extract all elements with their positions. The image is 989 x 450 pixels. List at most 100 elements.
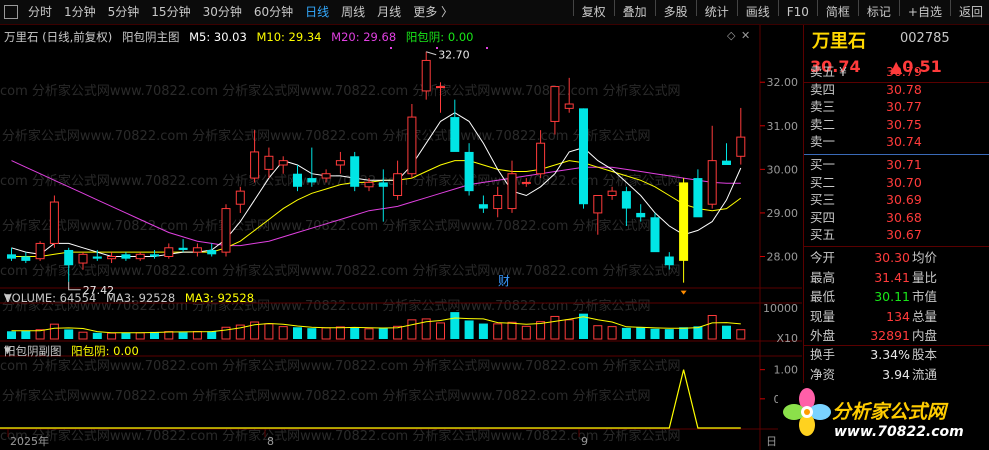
sub-indicator-name[interactable]: 阳包阴副图 [4, 344, 62, 358]
candle[interactable] [621, 186, 631, 226]
candle[interactable] [736, 107, 746, 165]
candle[interactable] [307, 147, 317, 187]
period-tab-8[interactable]: 月线 [371, 0, 407, 24]
stat-value: 32891 [870, 328, 910, 343]
candle[interactable] [49, 195, 59, 248]
candle[interactable] [507, 160, 517, 213]
candle[interactable] [407, 104, 417, 179]
candle[interactable] [350, 151, 360, 192]
finance-report-marker[interactable]: 财 [498, 274, 510, 288]
candle[interactable] [164, 243, 174, 259]
candle[interactable] [636, 204, 646, 222]
tool-button-4[interactable]: 画线 [740, 0, 776, 24]
volume-bar [135, 332, 145, 340]
tool-button-6[interactable]: 简框 [820, 0, 856, 24]
tool-button-8[interactable]: +自选 [902, 0, 948, 24]
diamond-icon[interactable]: ◇ [727, 29, 736, 42]
indicator-name[interactable]: 阳包阴主图 [122, 30, 180, 44]
period-tab-0[interactable]: 分时 [22, 0, 58, 24]
sell-level-5[interactable]: 卖五 ¥ 30.79 [804, 63, 989, 81]
order-level-price: 30.75 [886, 116, 922, 132]
candle[interactable] [150, 249, 159, 259]
candle[interactable] [722, 143, 731, 165]
candle[interactable] [536, 130, 546, 179]
candle[interactable] [607, 186, 617, 200]
period-toolbar: 分时 1分钟 5分钟 15分钟 30分钟 60分钟 日线 周线 月线 更多 〉 复权 叠加 多股 统计画… [0, 0, 989, 25]
candle[interactable] [78, 252, 88, 270]
candle[interactable] [378, 169, 388, 222]
period-tab-3[interactable]: 15分钟 [145, 0, 196, 24]
volume-bar [107, 332, 117, 340]
tool-button-5[interactable]: F10 [781, 0, 815, 24]
candle[interactable] [521, 178, 531, 187]
buy-level-3[interactable]: 买三 30.69 [804, 191, 989, 209]
period-tab-5[interactable]: 60分钟 [248, 0, 299, 24]
candle[interactable] [579, 108, 588, 209]
candle[interactable] [464, 143, 474, 196]
candle[interactable] [707, 125, 717, 209]
candle[interactable] [21, 252, 31, 264]
tool-button-2[interactable]: 多股 [658, 0, 694, 24]
candle[interactable] [436, 82, 445, 113]
period-tab-9[interactable]: 更多 〉 [407, 0, 459, 24]
candle[interactable] [693, 169, 703, 218]
candle[interactable] [35, 241, 45, 261]
period-tab-7[interactable]: 周线 [335, 0, 371, 24]
period-tab-2[interactable]: 5分钟 [102, 0, 146, 24]
tool-button-3[interactable]: 统计 [699, 0, 735, 24]
candle[interactable] [593, 195, 603, 235]
buy-level-2[interactable]: 买二 30.70 [804, 174, 989, 192]
stat-label: 换手 [810, 347, 836, 362]
kline-chart[interactable]: 32.0031.0030.0029.0028.0010000X101.000.5… [0, 25, 802, 450]
candle[interactable] [650, 212, 660, 253]
period-tab-6[interactable]: 日线 [299, 0, 335, 24]
candle[interactable] [107, 252, 117, 264]
candle[interactable] [221, 204, 231, 257]
orderbook-divider [804, 154, 989, 155]
candle[interactable] [250, 130, 260, 183]
candle[interactable] [207, 243, 217, 257]
tool-button-7[interactable]: 标记 [861, 0, 897, 24]
candle[interactable] [7, 247, 16, 261]
candle[interactable] [321, 169, 331, 183]
candle[interactable] [278, 156, 288, 174]
ma20-line [11, 160, 741, 247]
toolbar-divider [613, 0, 615, 16]
candle[interactable] [679, 178, 689, 283]
candle[interactable] [664, 252, 674, 270]
candle[interactable] [550, 86, 560, 135]
candle[interactable] [564, 77, 574, 113]
candle[interactable] [178, 239, 188, 253]
flower-icon [783, 388, 831, 436]
candle[interactable] [293, 165, 302, 192]
tool-button-1[interactable]: 叠加 [617, 0, 653, 24]
sell-level-1[interactable]: 卖一 30.74 [804, 133, 989, 151]
candle[interactable] [235, 186, 245, 213]
buy-level-5[interactable]: 买五 30.67 [804, 226, 989, 244]
candle[interactable] [335, 151, 345, 174]
sell-level-2[interactable]: 卖二 30.75 [804, 116, 989, 134]
buy-level-1[interactable]: 买一 30.71 [804, 156, 989, 174]
candle[interactable] [135, 252, 145, 261]
sell-level-3[interactable]: 卖三 30.77 [804, 98, 989, 116]
order-level-label: 买四 [810, 209, 836, 225]
candle[interactable] [478, 195, 488, 213]
candle[interactable] [493, 186, 503, 218]
candle[interactable] [192, 243, 202, 257]
candle[interactable] [421, 51, 431, 100]
period-tab-4[interactable]: 30分钟 [197, 0, 248, 24]
square-icon[interactable] [4, 5, 18, 19]
candle[interactable] [64, 247, 74, 282]
candle[interactable] [393, 160, 403, 200]
tool-button-0[interactable]: 复权 [576, 0, 612, 24]
buy-level-4[interactable]: 买四 30.68 [804, 209, 989, 227]
tool-button-9[interactable]: 返回 [953, 0, 989, 24]
candle[interactable] [264, 147, 274, 179]
sell-level-4[interactable]: 卖四 30.78 [804, 81, 989, 99]
volume-bar [636, 327, 646, 339]
candle[interactable] [121, 252, 131, 261]
close-icon[interactable]: ✕ [741, 29, 750, 42]
period-tab-1[interactable]: 1分钟 [58, 0, 102, 24]
order-level-price: 30.70 [886, 174, 922, 190]
candle[interactable] [450, 99, 460, 152]
